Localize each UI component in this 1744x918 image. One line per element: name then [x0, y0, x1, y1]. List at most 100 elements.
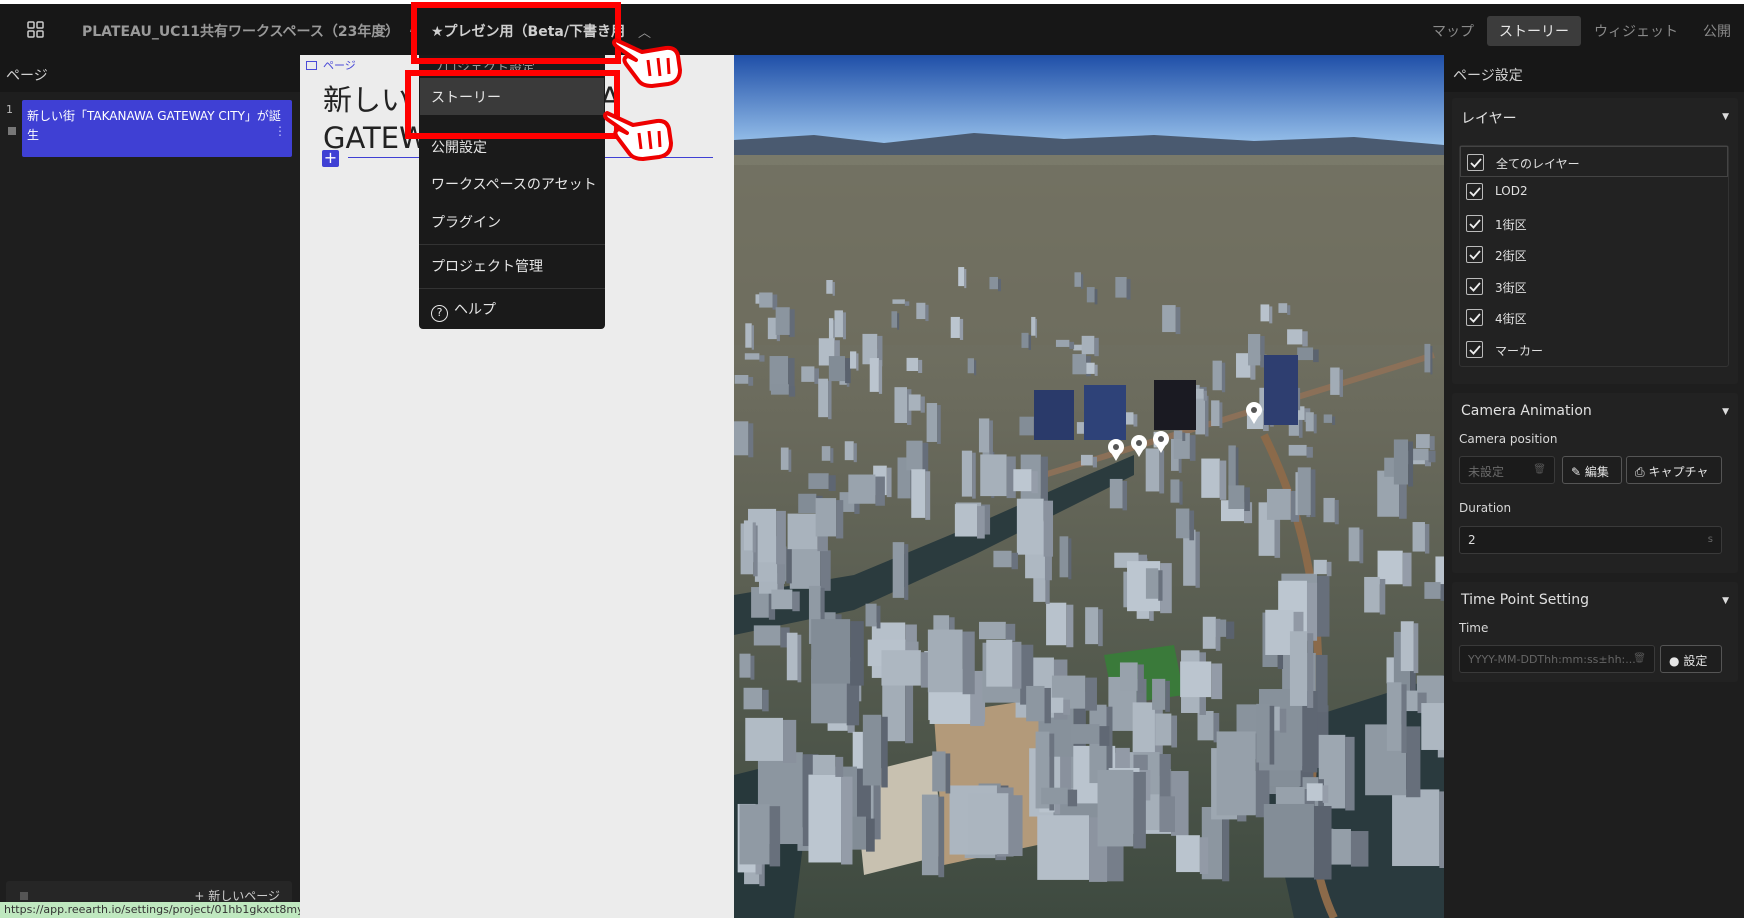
building-side — [762, 689, 769, 712]
menu-item-publish-settings[interactable]: 公開設定 — [431, 137, 487, 157]
set-time-button[interactable]: ● 設定 — [1660, 645, 1722, 673]
time-section-title[interactable]: Time Point Setting — [1461, 592, 1589, 608]
building-side — [759, 355, 765, 362]
building-side — [1401, 684, 1407, 753]
building-side — [959, 318, 964, 340]
checkbox-checked-icon[interactable] — [1466, 309, 1483, 326]
building-side — [1094, 364, 1098, 376]
checkbox-checked-icon[interactable] — [1466, 246, 1483, 263]
page-block-icon — [306, 61, 317, 70]
pointing-hand-icon — [612, 38, 682, 88]
building-side — [1408, 441, 1414, 487]
layer-name: LOD2 — [1495, 184, 1528, 198]
page-menu-icon[interactable]: ⋮ — [274, 122, 286, 141]
checkbox-checked-icon[interactable] — [1466, 214, 1483, 232]
building-side — [776, 510, 786, 565]
duration-input[interactable]: 2 s — [1459, 526, 1722, 554]
page-list-item[interactable]: 新しい街「TAKANAWA GATEWAY CITY」が誕生 ⋮ — [22, 100, 292, 157]
layers-section-title[interactable]: レイヤー — [1461, 108, 1517, 128]
dark-tower — [1084, 385, 1126, 440]
pointing-hand-icon — [603, 111, 673, 161]
building-side — [1306, 582, 1318, 641]
building — [734, 374, 749, 384]
capture-camera-button[interactable]: ⎙ キャプチャ — [1626, 456, 1722, 484]
tab-story[interactable]: ストーリー — [1487, 16, 1581, 46]
layer-item[interactable]: 3街区 — [1460, 271, 1728, 302]
layer-name: 1街区 — [1495, 217, 1527, 232]
layer-item[interactable]: 1街区 — [1460, 208, 1728, 239]
building-side — [850, 621, 864, 686]
caret-down-icon[interactable]: ▼ — [1722, 112, 1729, 122]
checkbox-checked-icon[interactable] — [1466, 183, 1483, 200]
building — [828, 318, 834, 342]
building — [1170, 479, 1180, 503]
add-block-button[interactable]: + — [322, 150, 339, 167]
building — [1247, 334, 1261, 366]
tab-map[interactable]: マップ — [1420, 16, 1486, 46]
building-side — [1159, 450, 1165, 494]
building-side — [925, 471, 931, 520]
building — [1305, 412, 1314, 432]
menu-item-plugins[interactable]: プラグイン — [431, 212, 501, 232]
pencil-icon: ✎ — [1571, 465, 1582, 479]
building-side — [1315, 654, 1328, 713]
layer-item[interactable]: 全てのレイヤー — [1460, 146, 1728, 177]
page-drag-handle[interactable] — [8, 127, 16, 135]
layer-item[interactable]: LOD2 — [1460, 176, 1728, 207]
building-side — [1068, 538, 1072, 580]
camera-position-input[interactable]: 未設定 🗑 — [1459, 456, 1555, 484]
camera-position-label: Camera position — [1459, 432, 1558, 446]
caret-down-icon[interactable]: ▼ — [1722, 407, 1729, 417]
menu-item-help[interactable]: ? ヘルプ — [431, 299, 496, 322]
building-side — [1221, 362, 1226, 393]
checkbox-checked-icon[interactable] — [1466, 277, 1483, 295]
checkbox-checked-icon[interactable] — [1466, 340, 1483, 358]
menu-item-project-management[interactable]: プロジェクト管理 — [431, 256, 543, 276]
trash-icon[interactable]: 🗑 — [1533, 464, 1546, 475]
edit-camera-button[interactable]: ✎ 編集 — [1562, 456, 1622, 484]
building — [1400, 621, 1414, 672]
help-icon: ? — [431, 305, 448, 322]
building-side — [1219, 402, 1223, 429]
building — [954, 504, 978, 537]
building — [775, 307, 790, 335]
building — [815, 498, 837, 537]
layer-item[interactable]: マーカー — [1460, 334, 1728, 365]
layer-item[interactable]: 2街区 — [1460, 239, 1728, 270]
dashboard-grid-icon[interactable] — [27, 21, 44, 38]
building — [1055, 339, 1070, 347]
building-side — [881, 716, 888, 788]
building-side — [1313, 805, 1332, 880]
menu-item-workspace-assets[interactable]: ワークスペースのアセット — [431, 174, 597, 194]
building — [1073, 344, 1083, 351]
trash-icon[interactable]: 🗑 — [1633, 653, 1646, 664]
time-input[interactable]: YYYY-MM-DDThh:mm:ss±hh:... 🗑 — [1459, 645, 1655, 673]
building-side — [1122, 480, 1128, 511]
building-side — [920, 396, 925, 413]
camera-position-placeholder: 未設定 — [1468, 465, 1505, 479]
building-side — [1165, 680, 1170, 712]
workspace-chevron-down-icon[interactable]: ⌄ — [380, 20, 391, 35]
tab-widget[interactable]: ウィジェット — [1582, 16, 1690, 46]
workspace-title[interactable]: PLATEAU_UC11共有ワークスペース（23年度） — [82, 21, 399, 41]
page-item-title: 新しい街「TAKANAWA GATEWAY CITY」が誕生 — [27, 109, 281, 142]
layer-item[interactable]: 4街区 — [1460, 302, 1728, 333]
building-side — [964, 269, 967, 289]
tab-publish[interactable]: 公開 — [1691, 16, 1743, 46]
building — [798, 493, 817, 514]
page-block-text: ページ — [323, 59, 356, 72]
building-side — [1339, 369, 1343, 397]
building — [1323, 414, 1333, 423]
building — [865, 603, 877, 627]
dark-tower — [1034, 390, 1074, 440]
building-side — [1211, 663, 1223, 700]
checkbox-checked-icon[interactable] — [1467, 154, 1484, 171]
dark-tower — [1154, 380, 1196, 430]
caret-down-icon[interactable]: ▼ — [1722, 596, 1729, 606]
building-side — [972, 452, 976, 499]
building — [1424, 343, 1431, 373]
building — [906, 440, 923, 471]
building — [1180, 661, 1212, 698]
map-viewport[interactable] — [734, 55, 1444, 918]
camera-section-title[interactable]: Camera Animation — [1461, 403, 1592, 419]
